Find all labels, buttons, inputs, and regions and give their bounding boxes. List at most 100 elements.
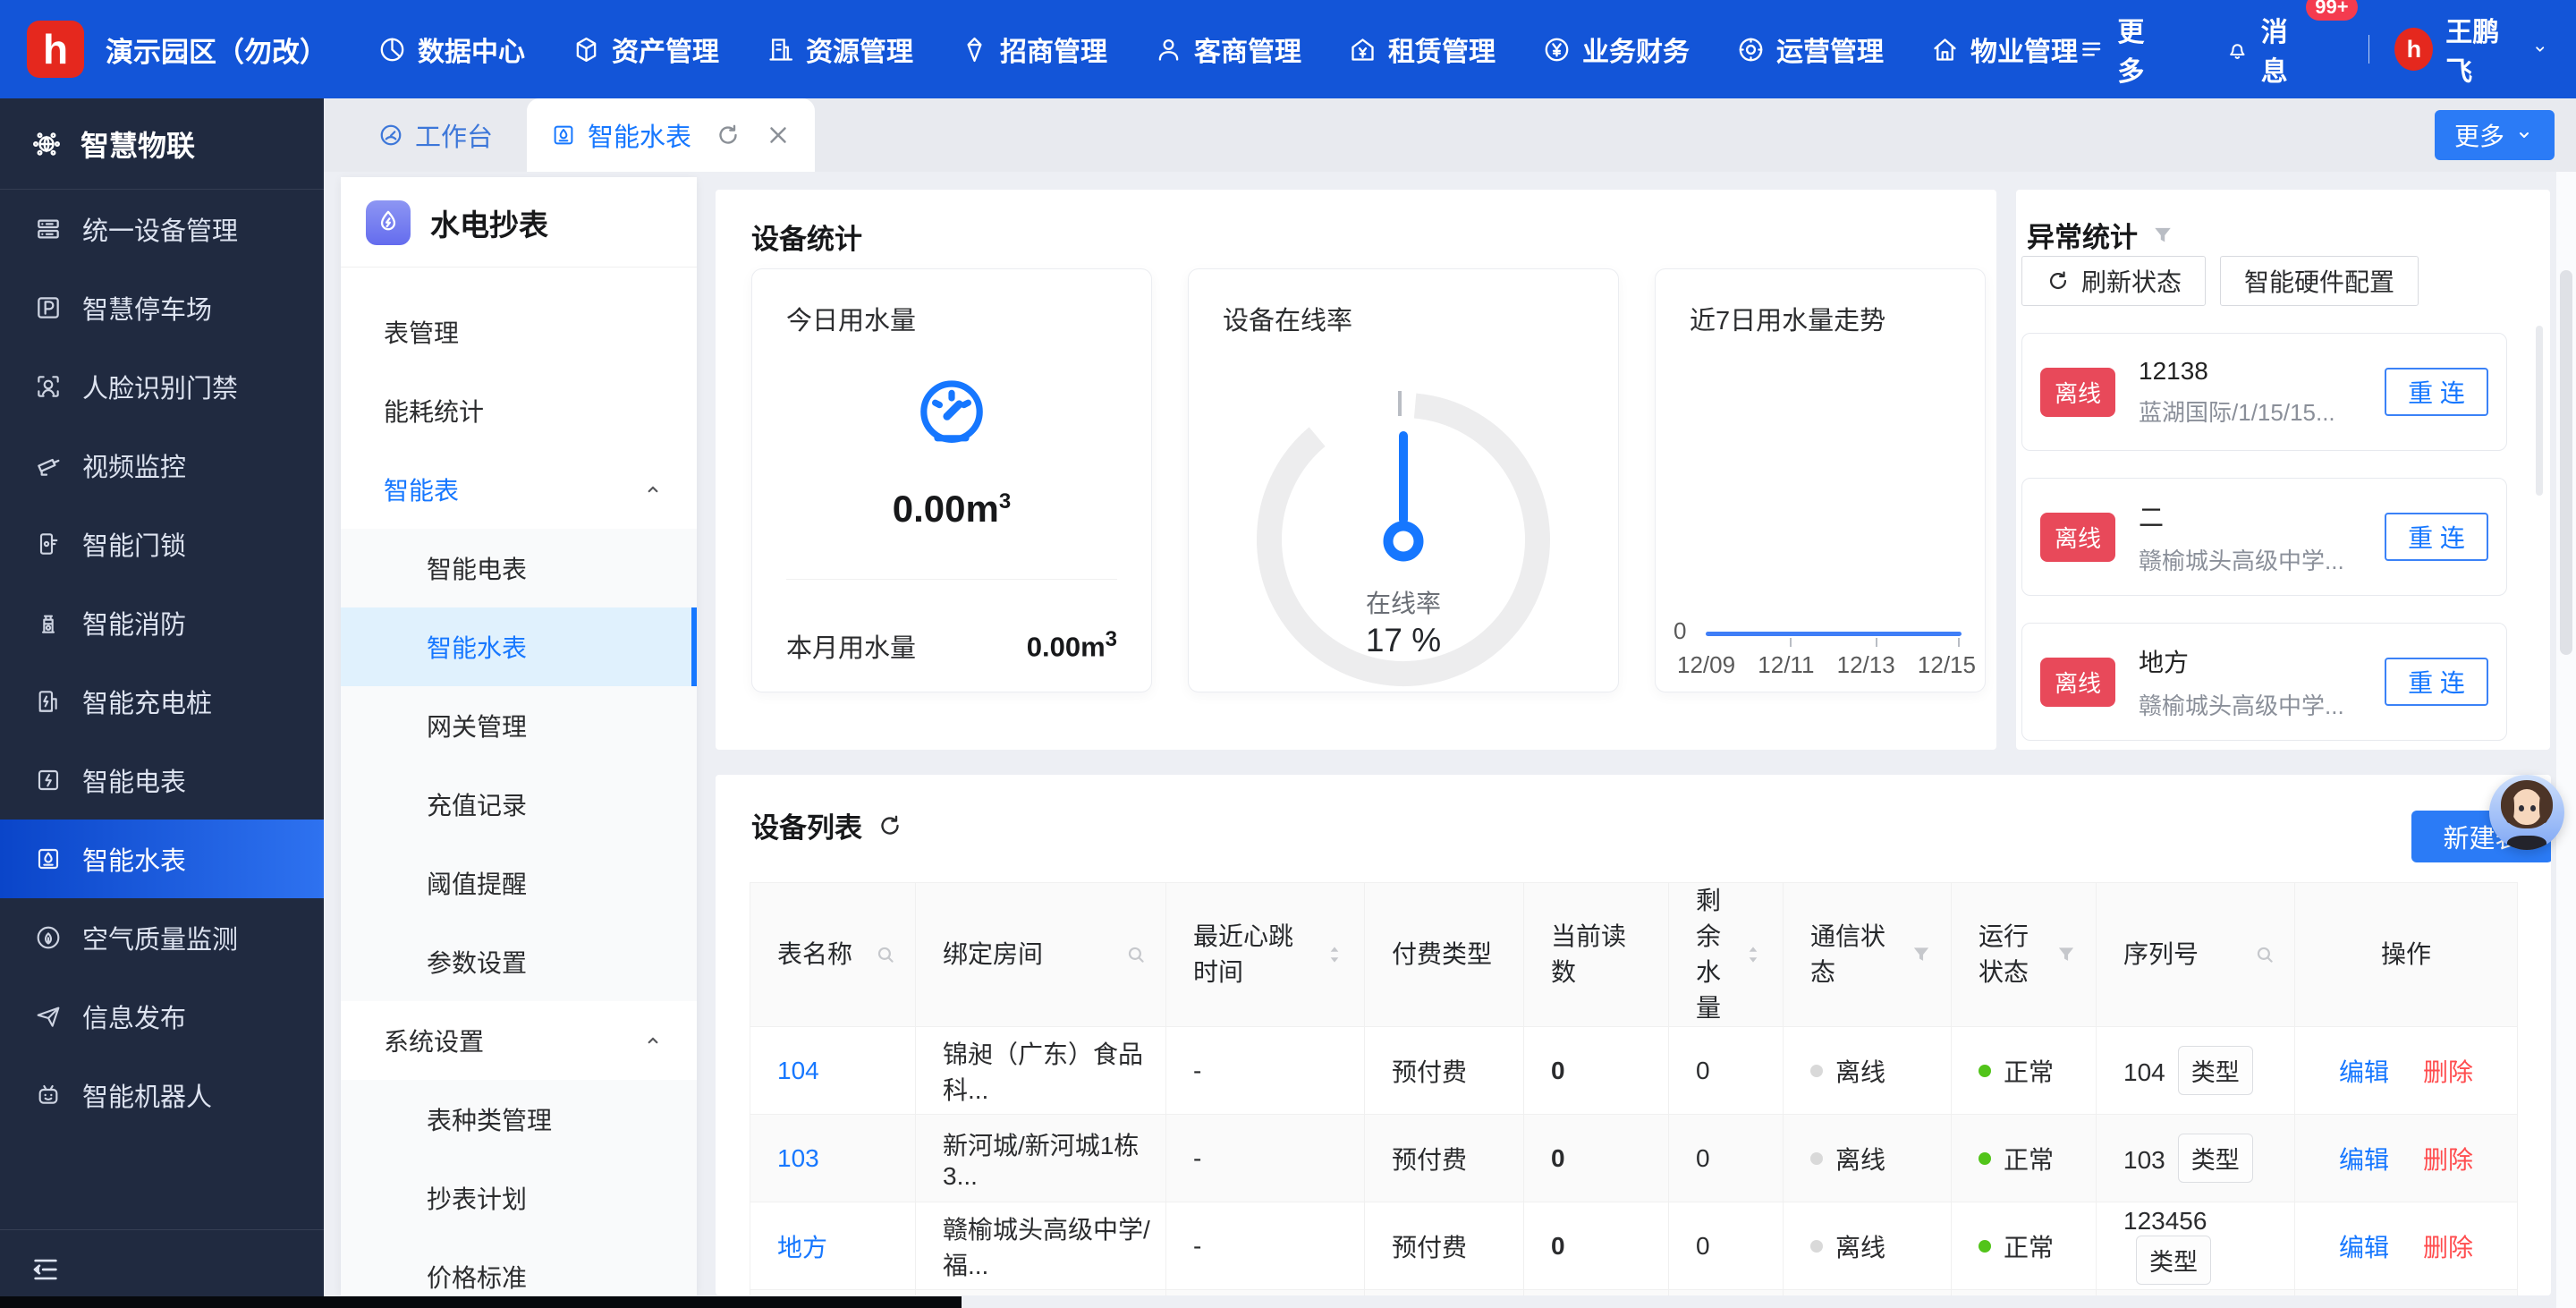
nav-label: 客商管理 xyxy=(1194,30,1301,69)
col-remaining-water: 剩余水量 xyxy=(1669,883,1784,1027)
sort-icon[interactable] xyxy=(1741,943,1765,966)
search-icon[interactable] xyxy=(874,943,897,966)
sidebar-item-info-publish[interactable]: 信息发布 xyxy=(0,977,324,1056)
assistant-avatar[interactable] xyxy=(2489,775,2564,850)
type-tag[interactable]: 类型 xyxy=(2136,1236,2211,1285)
nav-item-merchant[interactable]: 客商管理 xyxy=(1154,30,1301,69)
offline-device-location: 蓝湖国际/1/15/15... xyxy=(2139,395,2361,428)
type-tag[interactable]: 类型 xyxy=(2178,1046,2253,1095)
sidebar-item-video[interactable]: 视频监控 xyxy=(0,426,324,505)
hardware-config-button[interactable]: 智能硬件配置 xyxy=(2220,256,2419,306)
nav-item-asset[interactable]: 资产管理 xyxy=(572,30,719,69)
submenu-subitem-water-meter[interactable]: 智能水表 xyxy=(341,607,697,686)
offline-device-card: 离线 二 赣榆城头高级中学... 重 连 xyxy=(2021,478,2507,596)
offline-device-card: 离线 12138 蓝湖国际/1/15/15... 重 连 xyxy=(2021,333,2507,451)
edit-link[interactable]: 编辑 xyxy=(2339,1146,2389,1174)
panel-scrollbar[interactable] xyxy=(2536,326,2543,496)
nav-item-resource[interactable]: 资源管理 xyxy=(766,30,913,69)
avatar-eye xyxy=(2530,805,2536,811)
sidebar-item-charger[interactable]: 智能充电桩 xyxy=(0,662,324,741)
today-usage-card: 今日用水量 0.00m3 本月用水量 0.00m3 xyxy=(751,268,1152,692)
delete-link[interactable]: 删除 xyxy=(2423,1146,2473,1174)
main-content: 水电抄表 表管理 能耗统计 智能表 智能电表 智能水表 网关管理 充值记录 阈值… xyxy=(324,172,2576,1308)
sidebar-item-air-quality[interactable]: 空气质量监测 xyxy=(0,898,324,977)
submenu-group-system-settings[interactable]: 系统设置 xyxy=(341,1001,697,1080)
submenu-subitem-parameters[interactable]: 参数设置 xyxy=(341,922,697,1001)
trend-title: 近7日用水量走势 xyxy=(1690,300,1885,337)
reconnect-button[interactable]: 重 连 xyxy=(2385,658,2488,706)
refresh-icon[interactable] xyxy=(877,812,903,839)
asset-icon xyxy=(572,35,601,64)
tab-refresh-icon[interactable] xyxy=(715,122,741,149)
cell-pay-type: 预付费 xyxy=(1365,1115,1524,1202)
online-dot xyxy=(1979,1240,1991,1253)
submenu-subitem-recharge[interactable]: 充值记录 xyxy=(341,765,697,844)
submenu-item-energy-stats[interactable]: 能耗统计 xyxy=(341,371,697,450)
nav-item-lease[interactable]: 租赁管理 xyxy=(1348,30,1496,69)
page-scrollbar[interactable] xyxy=(2556,172,2576,1308)
meter-name-link[interactable]: 地方 xyxy=(777,1234,827,1261)
messages[interactable]: 消息 99+ xyxy=(2224,10,2309,89)
divider xyxy=(786,579,1117,580)
sidebar-item-water-meter[interactable]: 智能水表 xyxy=(0,820,324,898)
sort-icon[interactable] xyxy=(1323,943,1346,966)
sidebar-item-unified-device[interactable]: 统一设备管理 xyxy=(0,190,324,268)
user-menu[interactable]: h 王鹏飞 xyxy=(2394,10,2549,89)
refresh-status-button[interactable]: 刷新状态 xyxy=(2021,256,2206,306)
reconnect-button[interactable]: 重 连 xyxy=(2385,368,2488,416)
col-run-status: 运行状态 xyxy=(1952,883,2097,1027)
nav-item-property[interactable]: 物业管理 xyxy=(1930,30,2078,69)
sidebar-item-face-access[interactable]: 人脸识别门禁 xyxy=(0,347,324,426)
search-icon[interactable] xyxy=(1124,943,1148,966)
tabbar: 工作台 智能水表 更多 xyxy=(324,98,2576,172)
submenu-panel: 水电抄表 表管理 能耗统计 智能表 智能电表 智能水表 网关管理 充值记录 阈值… xyxy=(341,177,697,1295)
submenu-group-smart-meter[interactable]: 智能表 xyxy=(341,450,697,529)
tab-close-icon[interactable] xyxy=(765,122,792,149)
col-serial: 序列号 xyxy=(2097,883,2295,1027)
delete-link[interactable]: 删除 xyxy=(2423,1234,2473,1261)
sidebar-item-robot[interactable]: 智能机器人 xyxy=(0,1056,324,1134)
nav-item-finance[interactable]: 业务财务 xyxy=(1542,30,1690,69)
cell-serial: 21312234 xyxy=(2097,1290,2295,1296)
abnormal-title: 异常统计 xyxy=(2027,215,2175,255)
sidebar-item-door-lock[interactable]: 智能门锁 xyxy=(0,505,324,583)
meter-name-link[interactable]: 104 xyxy=(777,1057,819,1084)
submenu-subitem-electric-meter[interactable]: 智能电表 xyxy=(341,529,697,607)
trend-card: 近7日用水量走势 0 12/09 12/11 12/13 12/15 xyxy=(1655,268,1986,692)
sidebar-item-electric-meter[interactable]: 智能电表 xyxy=(0,741,324,820)
nav-item-operations[interactable]: 运营管理 xyxy=(1736,30,1884,69)
filter-icon[interactable] xyxy=(1910,943,1933,966)
nav-item-investment[interactable]: 招商管理 xyxy=(960,30,1107,69)
cell-run-status: 正常 xyxy=(1952,1027,2097,1115)
submenu-subitem-price-standard[interactable]: 价格标准 xyxy=(341,1237,697,1295)
sidebar-item-fire[interactable]: 智能消防 xyxy=(0,583,324,662)
tab-workbench[interactable]: 工作台 xyxy=(343,98,527,172)
edit-link[interactable]: 编辑 xyxy=(2339,1234,2389,1261)
meter-name-link[interactable]: 103 xyxy=(777,1144,819,1172)
cell-pay-type: 预付费 xyxy=(1365,1202,1524,1290)
submenu-subitem-gateway[interactable]: 网关管理 xyxy=(341,686,697,765)
tabbar-more-button[interactable]: 更多 xyxy=(2435,110,2555,160)
sidebar-item-parking[interactable]: 智慧停车场 xyxy=(0,268,324,347)
search-icon[interactable] xyxy=(2253,943,2276,966)
submenu-subitem-reading-plan[interactable]: 抄表计划 xyxy=(341,1159,697,1237)
filter-icon[interactable] xyxy=(2055,943,2078,966)
submenu-subitem-threshold[interactable]: 阈值提醒 xyxy=(341,844,697,922)
submenu-item-meter-mgmt[interactable]: 表管理 xyxy=(341,293,697,371)
col-actions: 操作 xyxy=(2295,883,2518,1027)
edit-link[interactable]: 编辑 xyxy=(2339,1058,2389,1086)
filter-icon[interactable] xyxy=(2150,223,2175,248)
collapse-sidebar-icon[interactable] xyxy=(30,1254,61,1285)
brand-logo[interactable]: h xyxy=(27,21,84,78)
tab-smart-water-meter[interactable]: 智能水表 xyxy=(527,98,815,172)
submenu-subitem-label: 阈值提醒 xyxy=(427,865,527,901)
cell-room: 新河城/新河城1栋3... xyxy=(916,1115,1166,1202)
nav-more[interactable]: 更多 xyxy=(2078,10,2165,89)
type-tag[interactable]: 类型 xyxy=(2178,1134,2253,1183)
delete-link[interactable]: 删除 xyxy=(2423,1058,2473,1086)
nav-item-data-center[interactable]: 数据中心 xyxy=(377,30,525,69)
reconnect-button[interactable]: 重 连 xyxy=(2385,513,2488,561)
nav-label: 业务财务 xyxy=(1582,30,1690,69)
page-scrollbar-thumb[interactable] xyxy=(2560,270,2572,655)
submenu-subitem-meter-types[interactable]: 表种类管理 xyxy=(341,1080,697,1159)
